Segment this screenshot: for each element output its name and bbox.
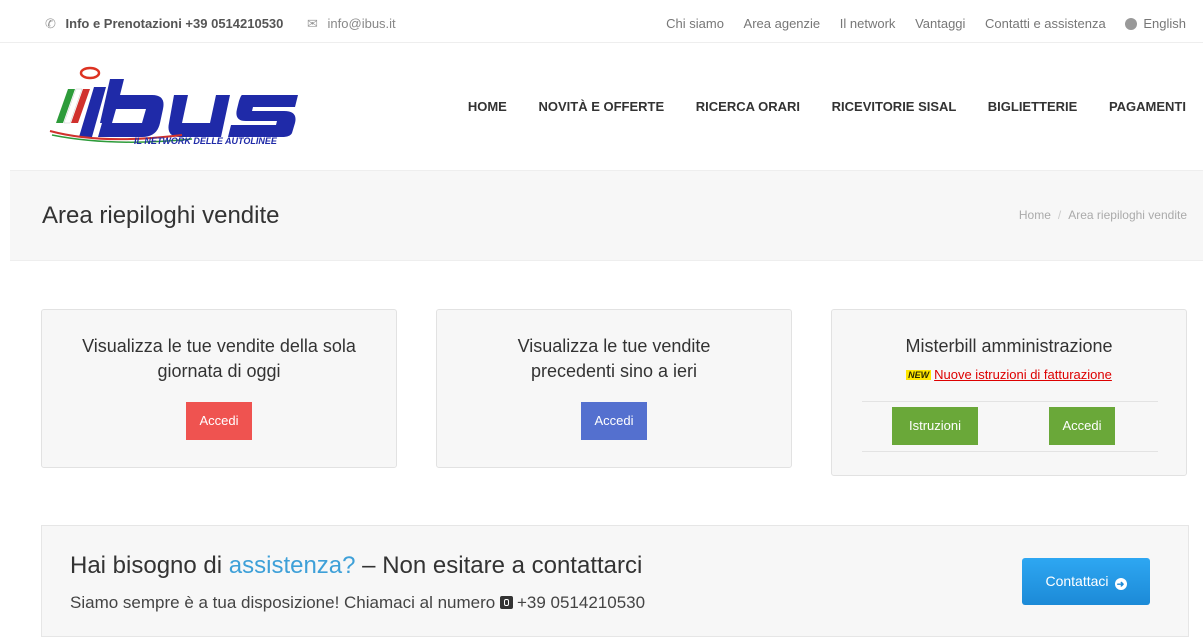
contact-button-label: Contattaci [1045,573,1109,589]
language-switch[interactable]: English [1125,16,1186,31]
card-title: Visualizza le tue vendite precedenti sin… [517,336,711,381]
nav-ricerca-orari[interactable]: RICERCA ORARI [696,99,800,114]
breadcrumb-current: Area riepiloghi vendite [1068,208,1187,222]
top-link-il-network[interactable]: Il network [840,16,896,31]
contact-button[interactable]: Contattaci ➜ [1022,558,1150,605]
breadcrumb-separator: / [1057,208,1062,222]
card-sales-today: Visualizza le tue vendite della sola gio… [41,309,397,468]
new-badge: NEW [906,370,932,380]
card-title: Misterbill amministrazione [905,336,1113,356]
ibus-logo[interactable]: IL NETWORK DELLE AUTOLINEE [42,65,302,145]
globe-icon [1125,18,1138,30]
nav-home[interactable]: HOME [468,99,507,114]
nav-biglietterie[interactable]: BIGLIETTERIE [988,99,1078,114]
assistance-highlight: assistenza? [228,552,356,579]
card-sales-previous: Visualizza le tue vendite precedenti sin… [436,309,792,468]
nav-novita-offerte[interactable]: NOVITÀ E OFFERTE [538,99,664,114]
email-link[interactable]: info@ibus.it [328,16,396,31]
phone-info: Info e Prenotazioni +39 0514210530 [65,16,284,31]
access-previous-button[interactable]: Accedi [581,402,647,440]
assistance-heading-pre: Hai bisogno di [70,552,229,579]
breadcrumb-home[interactable]: Home [1019,208,1051,222]
phone-square-icon [499,596,513,609]
breadcrumb: Home / Area riepiloghi vendite [1019,208,1187,222]
nav-pagamenti[interactable]: PAGAMENTI [1109,99,1186,114]
phone-icon: ✆ [45,16,56,31]
top-link-contatti[interactable]: Contatti e assistenza [985,16,1106,31]
top-link-vantaggi[interactable]: Vantaggi [915,16,965,31]
card-title: Visualizza le tue vendite della sola gio… [82,336,356,381]
top-bar: ✆ Info e Prenotazioni +39 0514210530 ✉ i… [0,0,1203,43]
misterbill-button-row: Istruzioni Accedi [862,401,1158,452]
top-link-area-agenzie[interactable]: Area agenzie [744,16,821,31]
access-today-button[interactable]: Accedi [186,402,252,440]
arrow-right-circle-icon: ➜ [1114,578,1127,590]
top-link-chi-siamo[interactable]: Chi siamo [666,16,724,31]
assistance-subtitle: Siamo sempre è a tua disposizione! Chiam… [70,593,645,613]
mail-icon: ✉ [307,16,318,31]
top-links: Chi siamo Area agenzie Il network Vantag… [650,16,1186,31]
assistance-heading: Hai bisogno di assistenza? – Non esitare… [70,552,642,580]
logo-tagline: IL NETWORK DELLE AUTOLINEE [134,136,278,145]
main-nav: HOME NOVITÀ E OFFERTE RICERCA ORARI RICE… [440,99,1186,114]
new-instructions-link[interactable]: Nuove istruzioni di fatturazione [934,367,1112,382]
page-title-band: Area riepiloghi vendite Home / Area riepil… [10,170,1203,261]
card-misterbill: Misterbill amministrazione NEW Nuove istr… [831,309,1187,476]
misterbill-access-button[interactable]: Accedi [1049,407,1115,445]
assistance-sub-text: Siamo sempre è a tua disposizione! Chiam… [70,593,496,612]
instructions-button[interactable]: Istruzioni [892,407,978,445]
header: IL NETWORK DELLE AUTOLINEE HOME NOVITÀ E… [0,43,1203,170]
assistance-phone: +39 0514210530 [516,593,646,612]
assistance-banner: Hai bisogno di assistenza? – Non esitare… [41,525,1189,637]
assistance-heading-post: – Non esitare a contattarci [355,552,643,579]
nav-ricevitorie-sisal[interactable]: RICEVITORIE SISAL [832,99,957,114]
top-contact: ✆ Info e Prenotazioni +39 0514210530 ✉ i… [45,16,396,32]
new-instructions-row: NEW Nuove istruzioni di fatturazione [832,367,1186,382]
page-title: Area riepiloghi vendite [42,202,280,229]
